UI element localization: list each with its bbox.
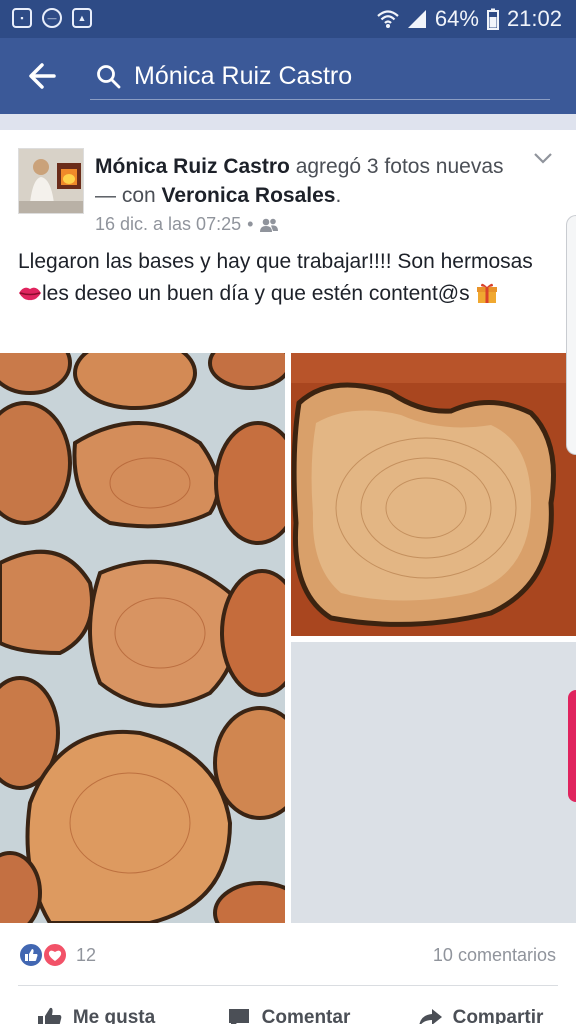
- gift-icon: [477, 283, 498, 303]
- signal-icon: [407, 10, 426, 28]
- wood-slices-photo: [0, 353, 285, 923]
- search-icon: [97, 65, 121, 89]
- photo-3[interactable]: [291, 642, 576, 923]
- clock: 21:02: [506, 6, 562, 31]
- side-panel-handle[interactable]: [566, 215, 576, 455]
- avatar[interactable]: [18, 148, 84, 214]
- comment-label: Comentar: [261, 1007, 351, 1024]
- reactions-count[interactable]: 12: [76, 945, 96, 966]
- search-field[interactable]: Mónica Ruiz Castro: [90, 54, 550, 100]
- side-panel-tab[interactable]: [568, 690, 576, 802]
- minus-circle-icon: —: [42, 8, 62, 28]
- share-button[interactable]: Compartir: [384, 998, 576, 1024]
- share-icon: [419, 1009, 442, 1024]
- status-bar: ▪ — ▲ 64% 21:02: [0, 0, 576, 38]
- post-text-part2: les deseo un buen día y que estén conten…: [42, 282, 476, 305]
- back-button[interactable]: [24, 58, 64, 94]
- photo-grid: [0, 353, 576, 923]
- avatar-image: [19, 149, 83, 213]
- search-query[interactable]: Mónica Ruiz Castro: [134, 62, 352, 91]
- share-label: Compartir: [452, 1007, 544, 1024]
- post-meta: 16 dic. a las 07:25 •: [95, 214, 279, 235]
- post-text-part1: Llegaron las bases y hay que trabajar!!!…: [18, 250, 533, 273]
- post-timestamp[interactable]: 16 dic. a las 07:25: [95, 214, 241, 235]
- period: .: [335, 184, 342, 207]
- friends-icon: [260, 218, 279, 232]
- post-card: Mónica Ruiz Castro agregó 3 fotos nuevas…: [0, 130, 576, 1024]
- love-reaction-icon: [42, 942, 68, 968]
- comment-icon: [228, 1009, 249, 1024]
- tagged-person[interactable]: Veronica Rosales: [162, 184, 336, 207]
- like-label: Me gusta: [72, 1007, 156, 1024]
- app-notification-icon: ▪: [12, 8, 32, 28]
- comment-button[interactable]: Comentar: [192, 998, 384, 1024]
- image-icon: ▲: [72, 8, 92, 28]
- battery-percent: 64%: [434, 6, 479, 31]
- author-name[interactable]: Mónica Ruiz Castro: [95, 155, 290, 178]
- like-reaction-icon: [18, 942, 44, 968]
- wifi-icon: [377, 10, 399, 28]
- photo-1[interactable]: [0, 353, 285, 923]
- post-actions: Me gusta Comentar Compartir: [0, 998, 576, 1024]
- chevron-down-icon[interactable]: [532, 148, 554, 168]
- app-bar: Mónica Ruiz Castro: [0, 38, 576, 114]
- battery-icon: [486, 8, 499, 30]
- like-button[interactable]: Me gusta: [0, 998, 192, 1024]
- post-header: Mónica Ruiz Castro agregó 3 fotos nuevas…: [95, 152, 515, 210]
- thumbs-up-icon: [37, 1007, 62, 1024]
- reactions-summary[interactable]: 12: [18, 942, 96, 968]
- status-right: 64% 21:02: [377, 6, 562, 32]
- divider: [18, 985, 558, 986]
- post-text: Llegaron las bases y hay que trabajar!!!…: [18, 246, 558, 310]
- feed-separator: [0, 114, 576, 130]
- photo-2[interactable]: [291, 353, 576, 636]
- meta-separator: •: [247, 214, 254, 234]
- arrow-left-icon: [29, 63, 56, 89]
- wood-slice-closeup-photo: [291, 353, 576, 636]
- lips-icon: [19, 287, 41, 301]
- comments-count[interactable]: 10 comentarios: [433, 945, 556, 966]
- status-left-icons: ▪ — ▲: [12, 8, 92, 28]
